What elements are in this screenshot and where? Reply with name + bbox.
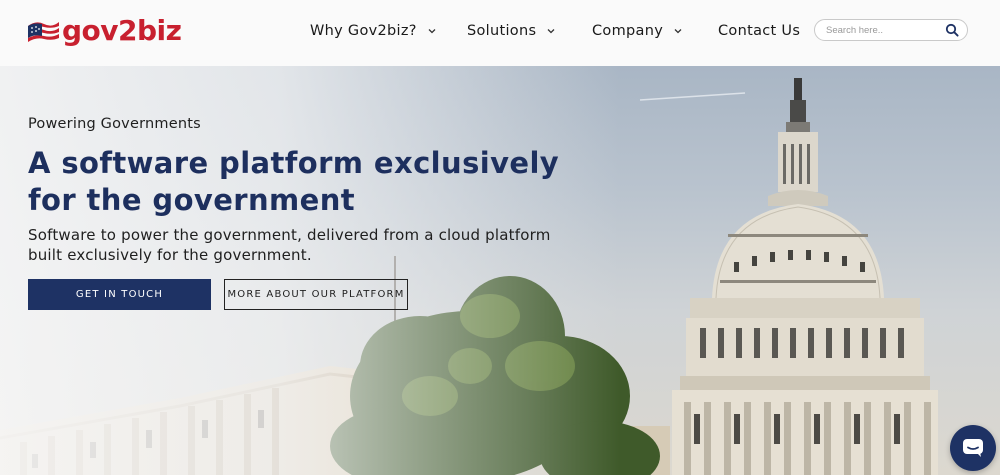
nav-item-label: Contact Us	[718, 23, 801, 39]
brand-name: gov2biz	[62, 14, 182, 47]
nav-item-company[interactable]: Company	[592, 20, 683, 42]
nav-item-contact-us[interactable]: Contact Us	[718, 20, 800, 42]
chat-icon	[963, 439, 983, 457]
hero-headline: A software platform exclusively for the …	[28, 146, 560, 217]
more-about-platform-button[interactable]: MORE ABOUT OUR PLATFORM	[224, 279, 408, 310]
nav-item-label: Solutions	[467, 23, 537, 39]
get-in-touch-button[interactable]: GET IN TOUCH	[28, 279, 211, 310]
nav-item-label: Why Gov2biz?	[310, 23, 417, 39]
hero-subtext: Software to power the government, delive…	[28, 226, 551, 264]
search-icon[interactable]	[945, 23, 959, 37]
nav-item-why-gov2biz[interactable]: Why Gov2biz?	[310, 20, 437, 42]
flag-icon	[28, 22, 59, 42]
site-header: gov2biz Why Gov2biz? Solutions Company C…	[0, 0, 1000, 66]
hero-eyebrow: Powering Governments	[28, 116, 201, 132]
nav-item-solutions[interactable]: Solutions	[467, 20, 556, 42]
search-box	[814, 19, 968, 41]
chevron-down-icon	[674, 29, 682, 34]
brand-logo[interactable]: gov2biz	[26, 14, 182, 48]
chevron-down-icon	[547, 29, 555, 34]
chat-widget-button[interactable]	[950, 425, 996, 471]
chevron-down-icon	[428, 29, 436, 34]
nav-item-label: Company	[592, 23, 664, 39]
search-input[interactable]	[826, 24, 946, 36]
